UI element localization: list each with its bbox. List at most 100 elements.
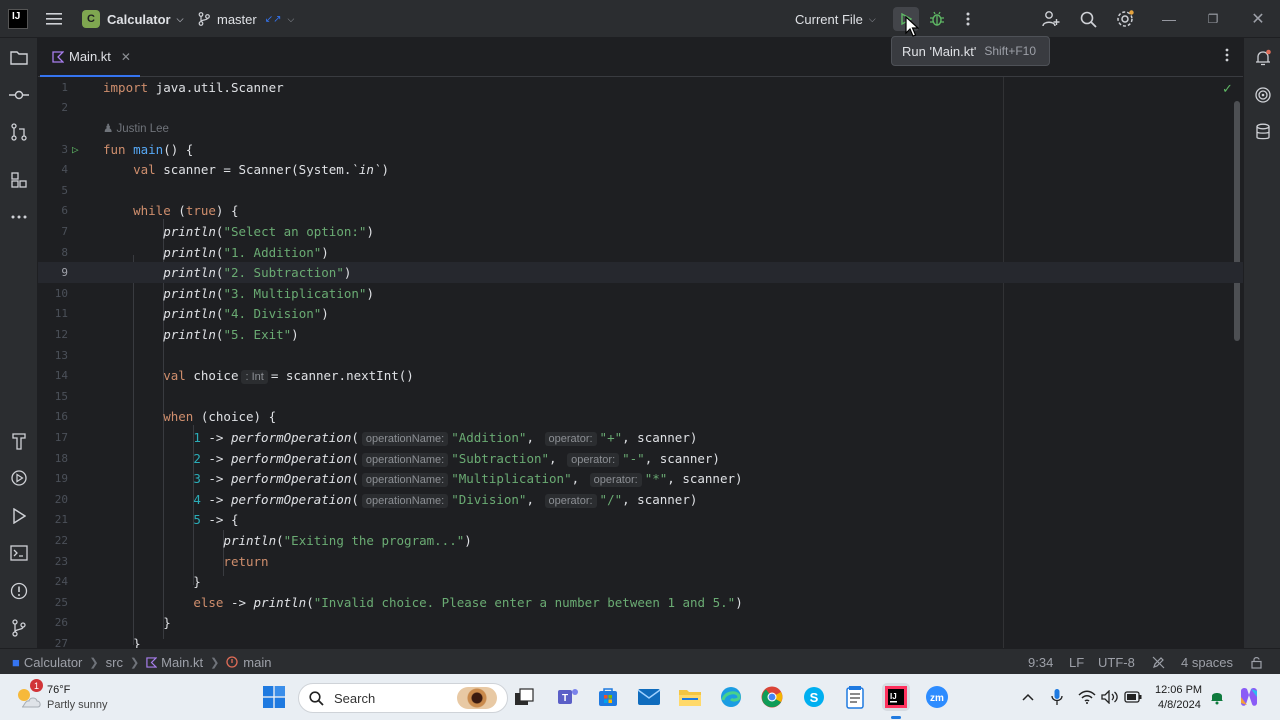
taskbar-app-skype[interactable]: S	[800, 683, 828, 711]
clock-date[interactable]: 4/8/2024	[1158, 699, 1201, 711]
branch-selector[interactable]: master ↙↗ ⌵	[198, 0, 294, 38]
structure-icon	[11, 172, 27, 188]
task-view-button[interactable]	[510, 683, 538, 711]
git-icon	[12, 619, 26, 637]
volume-button[interactable]	[1100, 687, 1120, 707]
notifications-tray-button[interactable]	[1208, 688, 1226, 706]
project-selector[interactable]: C Calculator ⌵	[82, 0, 183, 38]
microphone-button[interactable]	[1048, 687, 1066, 707]
run-configuration-selector[interactable]: Current File ⌵	[795, 0, 876, 38]
line-number: 21	[54, 513, 68, 527]
lock-button[interactable]	[1250, 649, 1263, 675]
file-encoding[interactable]: UTF-8	[1098, 649, 1135, 675]
taskbar-app-zoom[interactable]: zm	[923, 683, 951, 711]
taskbar-app-chrome[interactable]	[758, 683, 786, 711]
structure-tool-button[interactable]	[9, 170, 29, 190]
code-line: 6 while (true) {	[38, 201, 1243, 222]
search-everywhere-button[interactable]	[1073, 0, 1103, 38]
code-line: 17 1 -> performOperation(operationName: "…	[38, 427, 1243, 448]
more-tools-button[interactable]	[9, 207, 29, 227]
pull-requests-tool-button[interactable]	[9, 122, 29, 142]
volume-icon	[1101, 690, 1118, 704]
start-button[interactable]	[260, 683, 288, 711]
svg-text:S: S	[810, 690, 819, 705]
import-path: java.util.Scanner	[155, 79, 284, 95]
readonly-toggle[interactable]	[1152, 649, 1165, 675]
wifi-button[interactable]	[1077, 687, 1097, 707]
string-literal: "Addition"	[451, 429, 527, 445]
minimize-button[interactable]: —	[1149, 0, 1189, 38]
close-tab-icon[interactable]: ✕	[121, 50, 131, 64]
caret-position[interactable]: 9:34	[1028, 649, 1053, 675]
run-tooltip: Run 'Main.kt' Shift+F10	[891, 36, 1050, 66]
terminal-tool-button[interactable]	[9, 543, 29, 563]
taskbar-app-teams[interactable]: T	[554, 683, 582, 711]
taskbar-app-file-explorer[interactable]	[676, 683, 704, 711]
weather-description: Partly sunny	[47, 699, 108, 711]
debug-button[interactable]	[926, 0, 948, 38]
code-line: 25 else -> println("Invalid choice. Plea…	[38, 592, 1243, 613]
minimize-icon: —	[1162, 11, 1176, 27]
teams-icon: T	[558, 689, 578, 704]
taskbar-app-mail[interactable]	[635, 683, 663, 711]
tab-main-kt[interactable]: Main.kt ✕	[40, 38, 140, 77]
intellij-icon: IJ	[885, 686, 907, 708]
ai-assistant-button[interactable]	[1253, 85, 1273, 105]
close-icon: ✕	[1251, 11, 1265, 28]
code-line: 19 3 -> performOperation(operationName: "…	[38, 468, 1243, 489]
run-icon	[13, 508, 26, 524]
taskbar-app-notepad[interactable]	[841, 683, 869, 711]
git-tool-button[interactable]	[9, 618, 29, 638]
line-ending[interactable]: LF	[1069, 649, 1084, 675]
tab-actions-button[interactable]	[1225, 48, 1229, 65]
show-hidden-icons-button[interactable]	[1019, 688, 1037, 706]
battery-button[interactable]	[1123, 687, 1143, 707]
breadcrumb-function[interactable]: main	[243, 655, 271, 670]
line-number: 27	[54, 636, 68, 648]
database-tool-button[interactable]	[1253, 122, 1273, 142]
commit-tool-button[interactable]	[9, 85, 29, 105]
project-tool-button[interactable]	[9, 48, 29, 68]
problems-tool-button[interactable]	[9, 581, 29, 601]
more-horizontal-icon	[11, 215, 27, 219]
intellij-logo-icon[interactable]: IJ	[8, 9, 28, 29]
more-actions-button[interactable]	[960, 0, 976, 38]
breadcrumb-src[interactable]: src	[106, 655, 123, 670]
code-line: 11 println("4. Division")	[38, 304, 1243, 325]
weather-widget[interactable]: 1	[14, 679, 43, 711]
svg-text:T: T	[562, 693, 568, 704]
notifications-button[interactable]	[1253, 48, 1273, 68]
author-hint[interactable]: ♟ Justin Lee	[103, 121, 169, 135]
copilot-button[interactable]	[1236, 684, 1262, 710]
close-window-button[interactable]: ✕	[1238, 0, 1278, 38]
build-tool-button[interactable]	[9, 431, 29, 451]
services-tool-button[interactable]	[9, 468, 29, 488]
kotlin-file-icon	[146, 656, 158, 668]
code-editor[interactable]: ✓ 1 import java.util.Scanner 2 ♟ Justin …	[38, 77, 1243, 648]
bell-icon	[1256, 49, 1271, 66]
code-with-me-button[interactable]	[1036, 0, 1066, 38]
breadcrumb-project[interactable]: Calculator	[24, 655, 83, 670]
run-tool-button[interactable]	[9, 506, 29, 526]
settings-button[interactable]	[1110, 0, 1140, 38]
incoming-outgoing-icon: ↙↗	[264, 13, 282, 25]
breadcrumb-file[interactable]: Main.kt	[161, 655, 203, 670]
string-literal: "Select an option:"	[223, 223, 367, 239]
database-icon	[1256, 123, 1270, 140]
chevron-right-icon: ❯	[129, 656, 140, 669]
branch-name: master	[217, 11, 257, 27]
main-menu-button[interactable]	[46, 0, 66, 38]
indent-setting[interactable]: 4 spaces	[1181, 649, 1233, 675]
code-line: 20 4 -> performOperation(operationName: "…	[38, 489, 1243, 510]
taskbar-app-edge[interactable]	[717, 683, 745, 711]
string-literal: "5. Exit"	[223, 326, 292, 342]
services-icon	[11, 470, 27, 486]
param-hint: operator:	[544, 493, 597, 508]
run-gutter-icon[interactable]: ▷	[72, 143, 79, 156]
taskbar-app-intellij[interactable]: IJ	[882, 683, 910, 719]
clock-time[interactable]: 12:06 PM	[1155, 684, 1202, 696]
maximize-button[interactable]: ❐	[1193, 0, 1233, 38]
code-line: 18 2 -> performOperation(operationName: "…	[38, 448, 1243, 469]
taskbar-app-store[interactable]	[594, 683, 622, 711]
taskbar-search[interactable]: Search	[298, 683, 508, 713]
